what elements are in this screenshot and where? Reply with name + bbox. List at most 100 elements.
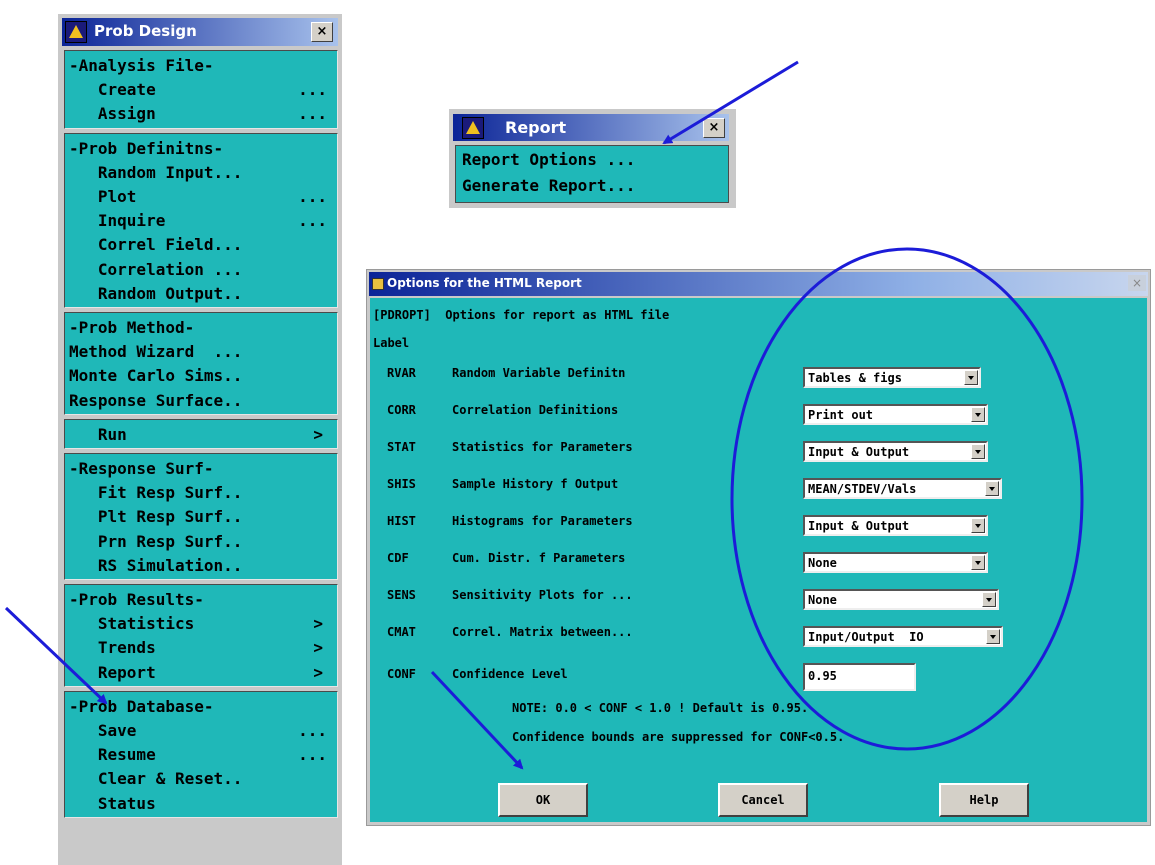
menu-item[interactable]: Plot — [69, 184, 137, 210]
chevron-down-icon[interactable] — [982, 592, 996, 607]
menu-item[interactable]: Save — [69, 718, 137, 744]
menu-item[interactable]: Random Input... — [69, 160, 243, 186]
report-title: Report — [505, 118, 567, 137]
confidence-level-input[interactable]: 0.95 — [803, 663, 916, 691]
option-select[interactable]: Input & Output — [803, 441, 988, 462]
options-title: Options for the HTML Report — [387, 276, 582, 290]
menu-item[interactable]: RS Simulation.. — [69, 553, 243, 579]
option-select[interactable]: Input & Output — [803, 515, 988, 536]
menu-group: -Prob Database- Save... Resume... Clear … — [64, 690, 338, 818]
option-select-value: None — [808, 556, 837, 570]
submenu-arrow-icon: > — [313, 638, 323, 658]
menu-group: -Analysis File- Create... Assign... — [64, 50, 338, 129]
report-titlebar[interactable]: Report × — [453, 114, 729, 141]
menu-item[interactable]: Status — [69, 791, 156, 817]
ellipsis-icon: ... — [298, 720, 327, 740]
option-select[interactable]: None — [803, 552, 988, 573]
option-code: HIST — [387, 514, 416, 528]
menu-item[interactable]: Random Output.. — [69, 281, 243, 307]
menu-group-header: -Prob Method- — [69, 318, 195, 337]
chevron-down-icon[interactable] — [971, 407, 985, 422]
ok-button[interactable]: OK — [498, 783, 588, 817]
chevron-down-icon[interactable] — [971, 444, 985, 459]
confidence-level-value: 0.95 — [808, 669, 837, 683]
option-code: STAT — [387, 440, 416, 454]
menu-item[interactable]: Prn Resp Surf.. — [69, 529, 243, 555]
menu-item[interactable]: Statistics — [69, 611, 194, 637]
menu-item[interactable]: Fit Resp Surf.. — [69, 480, 243, 506]
menu-item[interactable]: Resume — [69, 742, 156, 768]
menu-group-header: -Analysis File- — [69, 56, 214, 75]
menu-item[interactable]: Monte Carlo Sims.. — [69, 363, 242, 389]
close-icon[interactable]: × — [703, 118, 725, 138]
option-select[interactable]: None — [803, 589, 999, 610]
option-select[interactable]: MEAN/STDEV/Vals — [803, 478, 1002, 499]
cancel-button[interactable]: Cancel — [718, 783, 808, 817]
chevron-down-icon[interactable] — [964, 370, 978, 385]
menu-group-header: -Response Surf- — [69, 459, 214, 478]
menu-group-header: -Prob Results- — [69, 590, 204, 609]
ellipsis-icon: ... — [298, 211, 327, 231]
chevron-down-icon[interactable] — [986, 629, 1000, 644]
option-select-value: Input & Output — [808, 445, 910, 459]
conf-description: Confidence Level — [452, 667, 568, 681]
menu-item[interactable]: Method Wizard ... — [69, 339, 242, 365]
menu-item[interactable]: Inquire — [69, 208, 165, 234]
close-icon[interactable]: × — [311, 22, 333, 42]
chevron-down-icon[interactable] — [985, 481, 999, 496]
prob-design-menu: Prob Design × -Analysis File- Create... … — [56, 14, 342, 865]
option-select-value: Input & Output — [808, 519, 910, 533]
menu-group: -Prob Method- Method Wizard ... Monte Carl… — [64, 312, 338, 415]
options-dialog: Options for the HTML Report × [PDROPT] O… — [366, 269, 1151, 826]
menu-item[interactable]: Clear & Reset.. — [69, 766, 243, 792]
option-select[interactable]: Print out — [803, 404, 988, 425]
option-select-value: Tables & figs — [808, 371, 902, 385]
options-titlebar[interactable]: Options for the HTML Report × — [369, 272, 1148, 296]
note-line-1: NOTE: 0.0 < CONF < 1.0 ! Default is 0.95… — [512, 701, 809, 715]
option-description: Statistics for Parameters — [452, 440, 633, 454]
ellipsis-icon: ... — [298, 80, 327, 100]
menu-group-header: -Prob Database- — [69, 696, 214, 716]
report-menu: Report × Report Options ... Generate Rep… — [449, 109, 736, 208]
menu-group: -Response Surf- Fit Resp Surf.. Plt Resp… — [64, 453, 338, 580]
option-code: CORR — [387, 403, 416, 417]
menu-item[interactable]: Correl Field... — [69, 232, 243, 258]
menu-item-generate-report[interactable]: Generate Report... — [462, 173, 635, 199]
option-description: Random Variable Definitn — [452, 366, 626, 380]
prob-design-titlebar[interactable]: Prob Design × — [62, 18, 338, 46]
prob-design-title: Prob Design — [94, 22, 197, 40]
option-description: Cum. Distr. f Parameters — [452, 551, 626, 565]
label-header: Label — [373, 336, 410, 350]
option-code: CDF — [387, 551, 409, 565]
menu-item-report-options[interactable]: Report Options ... — [462, 147, 635, 173]
menu-item[interactable]: Plt Resp Surf.. — [69, 504, 243, 530]
option-select[interactable]: Tables & figs — [803, 367, 981, 388]
options-body: [PDROPT] Options for report as HTML file… — [370, 298, 1147, 822]
option-select-value: Input/Output IO — [808, 630, 924, 644]
option-select-value: Print out — [808, 408, 874, 422]
chevron-down-icon[interactable] — [971, 555, 985, 570]
ansys-logo-icon — [462, 117, 484, 139]
menu-item[interactable]: Response Surface.. — [69, 388, 242, 414]
menu-group: -Prob Definitns- Random Input... Plot...… — [64, 132, 338, 308]
option-description: Correlation Definitions — [452, 403, 619, 417]
menu-item[interactable]: Create — [69, 77, 156, 103]
menu-item[interactable]: Correlation ... — [69, 257, 243, 283]
chevron-down-icon[interactable] — [971, 518, 985, 533]
option-select[interactable]: Input/Output IO — [803, 626, 1003, 647]
menu-item[interactable]: Report — [69, 660, 156, 686]
option-select-value: None — [808, 593, 837, 607]
option-code: CMAT — [387, 625, 416, 639]
option-description: Sensitivity Plots for ... — [452, 588, 633, 602]
menu-item[interactable]: Trends — [69, 635, 156, 661]
conf-code: CONF — [387, 667, 416, 681]
ansys-logo-icon — [65, 21, 87, 43]
menu-item[interactable]: Run — [69, 422, 127, 448]
menu-group-header: -Prob Definitns- — [69, 138, 224, 158]
menu-group: Run > — [64, 418, 338, 449]
option-select-value: MEAN/STDEV/Vals — [808, 482, 917, 496]
help-button[interactable]: Help — [939, 783, 1029, 817]
close-icon[interactable]: × — [1128, 275, 1146, 291]
report-menu-items: Report Options ... Generate Report... — [455, 145, 729, 203]
menu-item[interactable]: Assign — [69, 101, 156, 127]
